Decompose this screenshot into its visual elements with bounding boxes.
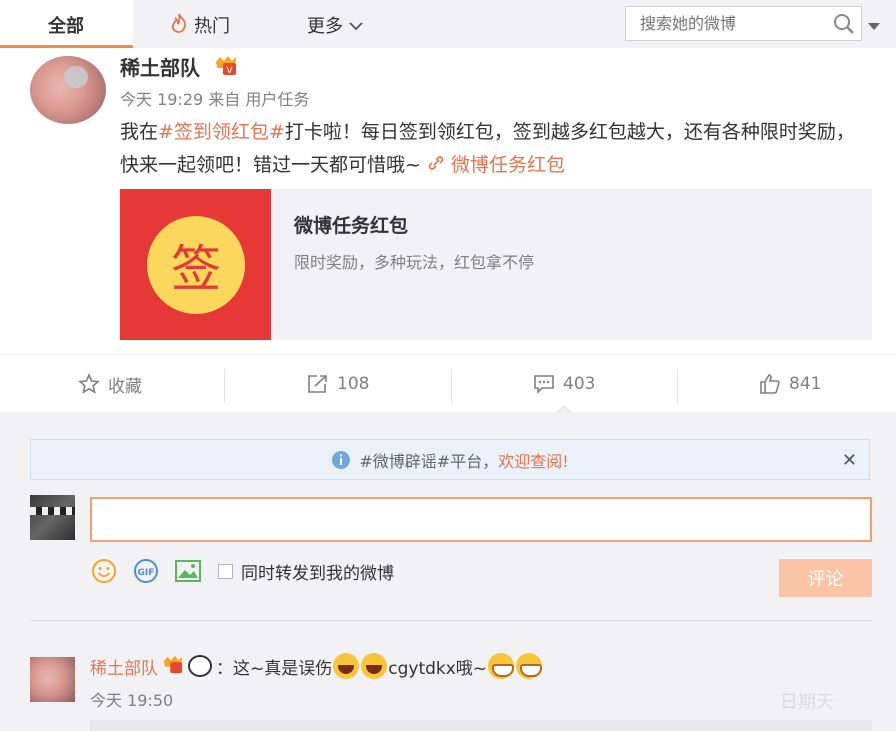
comment-section: #微博辟谣#平台， 欢迎查阅! ✕ GIF 同时转发到我的微博 评论 稀土部队 ：…: [0, 412, 896, 731]
content-text-before: 我在: [120, 121, 159, 143]
card-title: 微博任务红包: [294, 215, 409, 237]
chevron-down-icon: [349, 15, 363, 36]
task-link[interactable]: 微博任务红包: [427, 154, 565, 176]
link-icon: [428, 156, 444, 170]
repost-icon: [308, 375, 327, 393]
dropdown-arrow-icon[interactable]: [868, 16, 880, 35]
comment-text-part1: ：这~真是误伤: [216, 658, 333, 679]
post-author[interactable]: 稀土部队: [120, 52, 200, 81]
repost-checkbox-label: 同时转发到我的微博: [241, 563, 394, 584]
post-meta: 今天 19:29 来自 用户任务: [120, 86, 309, 110]
post-content: 我在#签到领红包#打卡啦！每日签到领红包，签到越多红包越大，还有各种限时奖励，快…: [120, 116, 872, 182]
grin-emoji-icon: [516, 653, 543, 679]
repost-button[interactable]: 108: [307, 355, 369, 413]
gif-icon[interactable]: GIF: [132, 557, 160, 585]
vip-badge-icon: V: [214, 54, 238, 76]
red-packet-card[interactable]: 签 微博任务红包 限时奖励，多种玩法，红包拿不停: [120, 189, 872, 340]
top-nav: 全部 热门 更多: [0, 0, 896, 48]
red-packet-thumbnail: 签: [120, 189, 271, 340]
tab-hot[interactable]: 热门: [170, 12, 230, 38]
image-icon[interactable]: [174, 557, 202, 585]
search-input[interactable]: [626, 7, 826, 40]
panda-badge-icon: [188, 655, 212, 677]
close-icon[interactable]: ✕: [842, 450, 857, 471]
comment-avatar[interactable]: [30, 657, 75, 702]
svg-text:GIF: GIF: [138, 568, 155, 578]
laugh-emoji-icon: [361, 653, 388, 679]
repost-toggle[interactable]: 同时转发到我的微博: [218, 559, 394, 584]
emoji-icon[interactable]: [90, 557, 118, 585]
laugh-emoji-icon: [333, 653, 360, 679]
repost-checkbox[interactable]: [218, 563, 233, 579]
search-icon[interactable]: [833, 13, 855, 39]
search-box: [625, 6, 862, 41]
comment-icon: [534, 375, 554, 394]
svg-text:V: V: [226, 66, 233, 76]
like-button[interactable]: 841: [759, 355, 821, 413]
comment-author[interactable]: 稀土部队: [90, 654, 158, 679]
card-description: 限时奖励，多种玩法，红包拿不停: [294, 253, 535, 272]
tab-more[interactable]: 更多: [307, 12, 363, 38]
tab-all-label: 全部: [48, 16, 84, 37]
vip-badge-icon: [162, 654, 184, 679]
grin-emoji-icon: [488, 653, 515, 679]
divider: [677, 369, 678, 403]
notice-topic[interactable]: #微博辟谣#平台，: [359, 448, 498, 472]
favorite-label: 收藏: [108, 376, 142, 397]
comment-toolbar: GIF 同时转发到我的微博: [90, 557, 394, 585]
tab-more-label: 更多: [307, 16, 343, 37]
post-source[interactable]: 用户任务: [245, 90, 309, 109]
comment-input[interactable]: [90, 497, 872, 542]
notice-highlight[interactable]: 欢迎查阅!: [498, 448, 568, 472]
divider: [224, 369, 225, 403]
rumor-notice-bar: #微博辟谣#平台， 欢迎查阅! ✕: [30, 439, 870, 480]
comment-text-part2: cgytdkx哦~: [388, 658, 488, 679]
sign-seal: 签: [147, 216, 245, 314]
watermark: 日期天: [780, 692, 834, 713]
post-time[interactable]: 今天 19:29: [120, 90, 203, 109]
comment-time: 今天 19:50: [90, 691, 174, 710]
post-action-bar: 收藏 108 403 841: [0, 354, 896, 414]
topic-link[interactable]: #签到领红包#: [158, 121, 285, 143]
my-avatar: [30, 495, 75, 540]
comment-count: 403: [563, 374, 596, 394]
task-link-label: 微博任务红包: [451, 154, 566, 176]
comment-item: 稀土部队 ：这~真是误伤 cgytdkx哦~: [90, 653, 543, 679]
info-icon: [332, 450, 351, 469]
divider: [451, 369, 452, 403]
like-count: 841: [789, 374, 822, 394]
comment-footer-bar: [90, 720, 872, 731]
thumbs-up-icon: [760, 374, 780, 394]
source-prefix: 来自: [208, 90, 241, 109]
divider: [30, 620, 872, 621]
tab-all[interactable]: 全部: [0, 0, 133, 48]
author-avatar[interactable]: [30, 56, 106, 124]
star-icon: [78, 373, 100, 394]
tab-hot-label: 热门: [194, 16, 230, 37]
flame-icon: [170, 13, 188, 38]
weibo-post: 稀土部队 V 今天 19:29 来自 用户任务 我在#签到领红包#打卡啦！每日签…: [0, 48, 896, 354]
submit-comment-button[interactable]: 评论: [779, 559, 872, 597]
repost-count: 108: [337, 374, 370, 394]
favorite-button[interactable]: 收藏: [78, 355, 142, 413]
